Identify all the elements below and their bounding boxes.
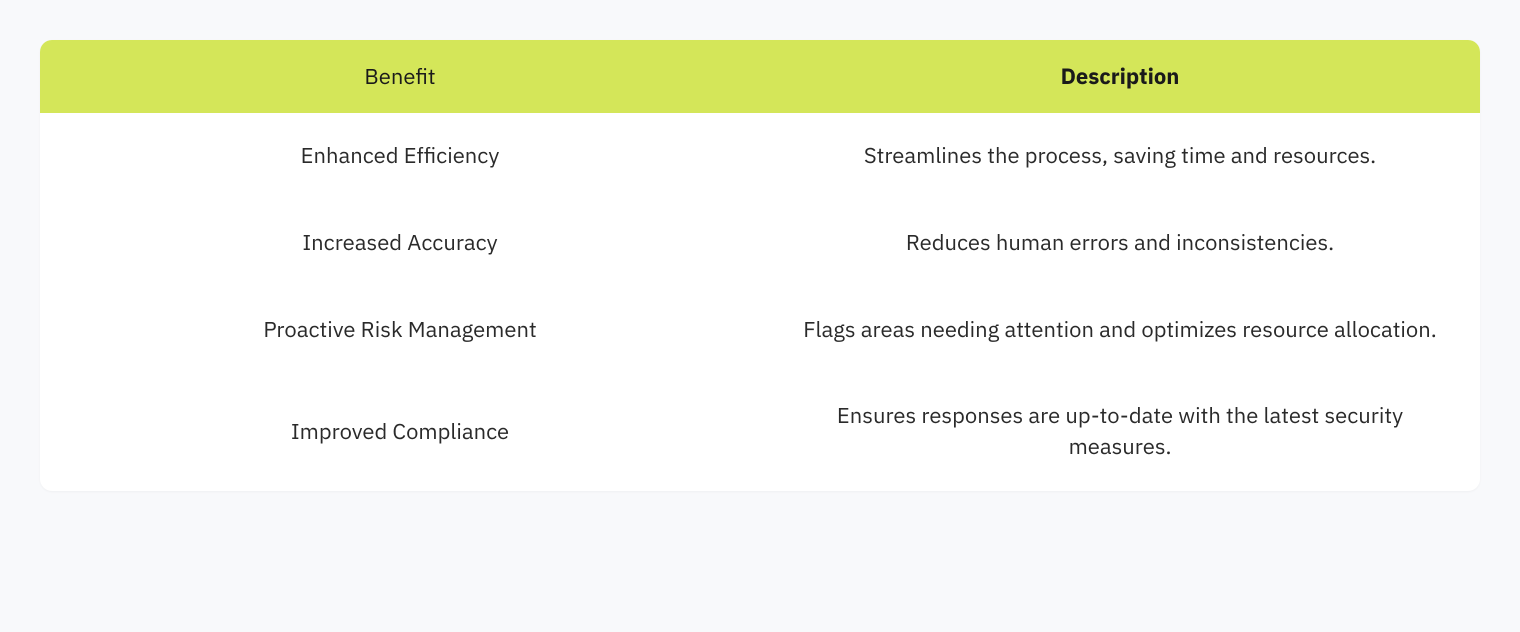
- cell-benefit: Improved Compliance: [40, 373, 760, 491]
- benefits-table: Benefit Description Enhanced Efficiency …: [40, 40, 1480, 491]
- cell-description: Ensures responses are up-to-date with th…: [760, 373, 1480, 491]
- cell-benefit: Increased Accuracy: [40, 200, 760, 287]
- cell-description: Flags areas needing attention and optimi…: [760, 287, 1480, 374]
- header-description: Description: [760, 40, 1480, 113]
- cell-benefit: Proactive Risk Management: [40, 287, 760, 374]
- table-row: Improved Compliance Ensures responses ar…: [40, 373, 1480, 491]
- cell-description: Reduces human errors and inconsistencies…: [760, 200, 1480, 287]
- table-row: Enhanced Efficiency Streamlines the proc…: [40, 113, 1480, 200]
- cell-benefit: Enhanced Efficiency: [40, 113, 760, 200]
- benefits-table-container: Benefit Description Enhanced Efficiency …: [40, 40, 1480, 491]
- cell-description: Streamlines the process, saving time and…: [760, 113, 1480, 200]
- table-row: Increased Accuracy Reduces human errors …: [40, 200, 1480, 287]
- table-header-row: Benefit Description: [40, 40, 1480, 113]
- header-benefit: Benefit: [40, 40, 760, 113]
- table-row: Proactive Risk Management Flags areas ne…: [40, 287, 1480, 374]
